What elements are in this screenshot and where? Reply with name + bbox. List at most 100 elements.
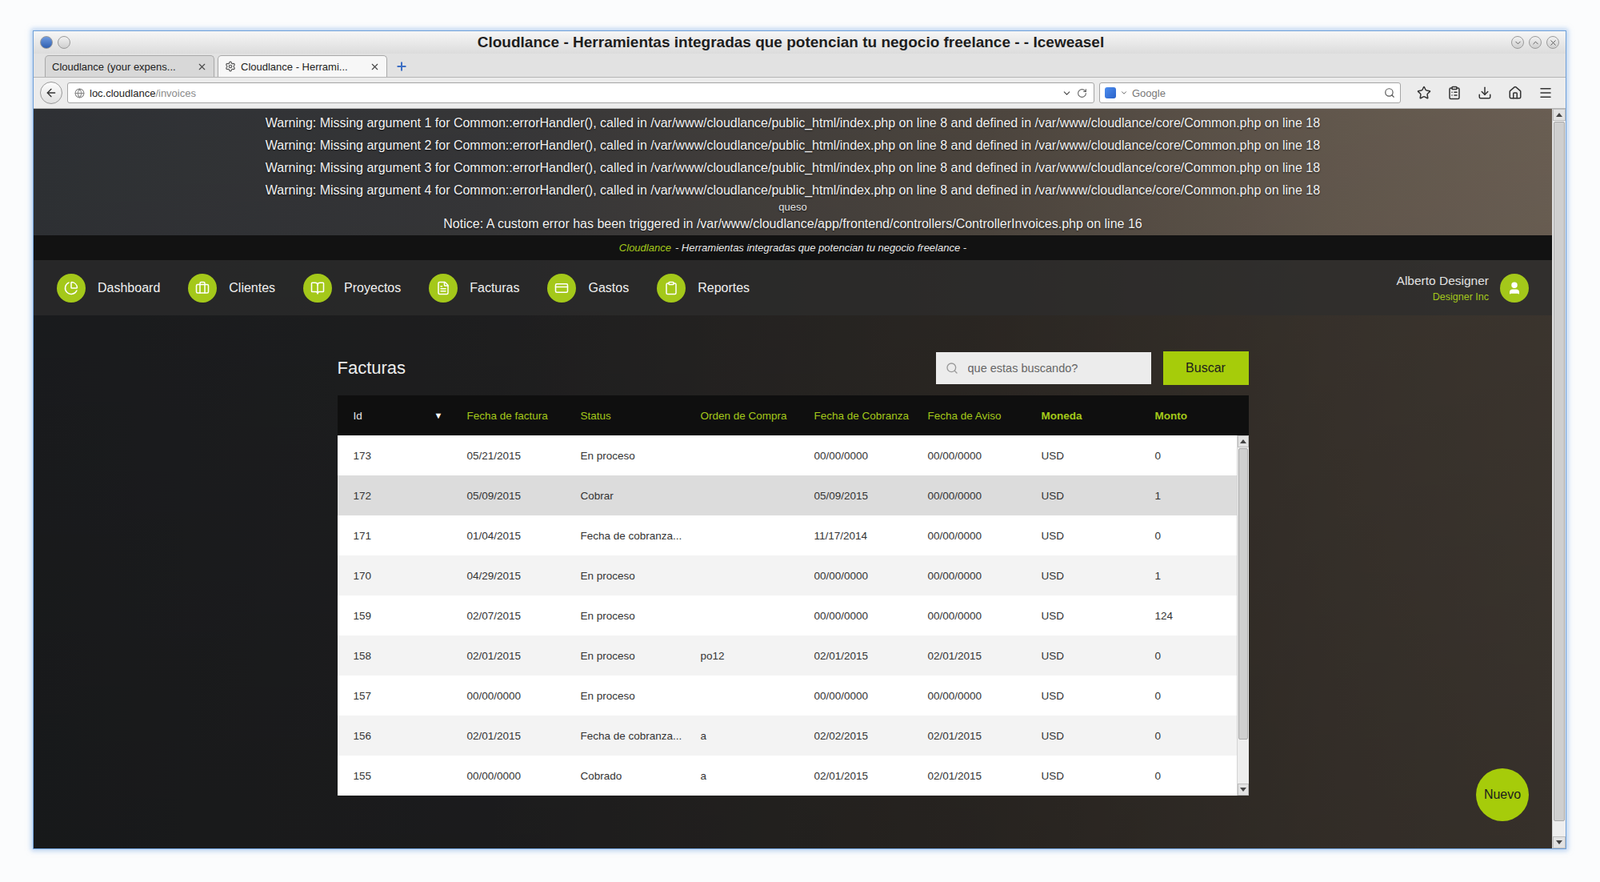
table-cell: 00/00/0000 xyxy=(798,689,912,702)
table-cell: 0 xyxy=(1139,449,1237,462)
nav-label: Reportes xyxy=(697,280,750,296)
table-row[interactable]: 15902/07/2015En proceso00/00/000000/00/0… xyxy=(337,595,1237,636)
search-button[interactable]: Buscar xyxy=(1163,351,1249,385)
column-header[interactable]: Moneda xyxy=(1025,409,1140,422)
avatar[interactable] xyxy=(1500,273,1529,303)
nav-item[interactable]: Clientes xyxy=(188,273,276,303)
browser-tab[interactable]: Cloudlance - Herrami... xyxy=(217,55,388,77)
nav-icon-badge xyxy=(547,273,576,303)
browser-search[interactable]: Google xyxy=(1099,82,1401,104)
nav-label: Clientes xyxy=(228,280,276,296)
search-input[interactable] xyxy=(966,360,1142,376)
search-engine-icon[interactable] xyxy=(1104,87,1116,99)
column-header[interactable]: Fecha de Aviso xyxy=(912,409,1026,422)
reload-icon[interactable] xyxy=(1076,88,1088,99)
error-messages: Warning: Missing argument 1 for Common::… xyxy=(33,108,1552,236)
warning-message: Warning: Missing argument 1 for Common::… xyxy=(265,112,1320,135)
plus-icon xyxy=(395,60,408,73)
table-cell: USD xyxy=(1025,649,1140,662)
app-menu-button[interactable] xyxy=(40,36,53,49)
table-cell: 0 xyxy=(1139,649,1237,662)
table-cell: USD xyxy=(1025,609,1140,622)
home-icon[interactable] xyxy=(1508,85,1523,100)
table-row[interactable]: 17305/21/2015En proceso00/00/000000/00/0… xyxy=(337,435,1237,476)
column-header[interactable]: Id▼ xyxy=(337,409,452,422)
scroll-up-button[interactable] xyxy=(1237,435,1249,448)
scroll-up-button[interactable] xyxy=(1552,108,1566,121)
table-row[interactable]: 15802/01/2015En procesopo1202/01/201502/… xyxy=(337,635,1237,676)
scroll-thumb[interactable] xyxy=(1553,121,1565,821)
minimize-button[interactable] xyxy=(1511,36,1524,49)
search-field[interactable] xyxy=(936,352,1152,384)
user-info: Alberto DesignerDesigner Inc xyxy=(1396,273,1489,303)
table-row[interactable]: 17205/09/2015Cobrar05/09/201500/00/0000U… xyxy=(337,475,1237,516)
new-invoice-button[interactable]: Nuevo xyxy=(1476,768,1529,821)
sticky-button[interactable] xyxy=(57,36,71,49)
column-header[interactable]: Monto xyxy=(1139,409,1249,422)
navigation-toolbar: loc.cloudlance/invoicesGoogle xyxy=(33,77,1566,109)
table-cell: USD xyxy=(1025,689,1140,702)
invoices-panel: FacturasBuscarId▼Fecha de facturaStatusO… xyxy=(337,351,1249,796)
table-cell: 1 xyxy=(1139,569,1237,582)
magnifier-icon[interactable] xyxy=(1384,87,1396,99)
table-cell: 156 xyxy=(337,729,452,742)
close-tab-icon[interactable] xyxy=(196,61,208,72)
close-tab-icon[interactable] xyxy=(369,61,380,72)
column-header[interactable]: Status xyxy=(564,409,685,422)
table-cell: 00/00/0000 xyxy=(912,529,1026,542)
table-row[interactable]: 17004/29/2015En proceso00/00/000000/00/0… xyxy=(337,555,1237,596)
browser-tab[interactable]: Cloudlance (your expens... xyxy=(44,55,215,77)
table-cell: 0 xyxy=(1139,729,1237,742)
bookmark-star-icon[interactable] xyxy=(1416,85,1432,100)
brand-name: Cloudlance xyxy=(619,241,672,254)
table-cell: 159 xyxy=(337,609,452,622)
table-cell: 173 xyxy=(337,449,452,462)
arrow-left-icon xyxy=(44,86,58,100)
table-cell: 02/01/2015 xyxy=(912,649,1026,662)
new-tab-button[interactable] xyxy=(390,55,413,77)
column-header[interactable]: Fecha de Cobranza xyxy=(798,409,912,422)
scroll-track[interactable] xyxy=(1552,120,1566,836)
download-icon[interactable] xyxy=(1477,85,1492,100)
nav-item[interactable]: Gastos xyxy=(547,273,629,303)
history-dropdown-icon[interactable] xyxy=(1061,88,1072,99)
table-header: Id▼ Fecha de factura StatusOrden de Compra… xyxy=(337,395,1249,436)
table-row[interactable]: 15602/01/2015Fecha de cobranza...a02/02/… xyxy=(337,715,1237,756)
table-body: 17305/21/2015En proceso00/00/000000/00/0… xyxy=(337,435,1249,796)
table-scrollbar[interactable] xyxy=(1236,435,1249,796)
engine-dropdown-icon[interactable] xyxy=(1120,88,1128,97)
table-cell: 170 xyxy=(337,569,452,582)
nav-icon-badge xyxy=(428,273,458,303)
column-label: Fecha de factura xyxy=(467,409,548,422)
table-row[interactable]: 15500/00/0000Cobradoa02/01/201502/01/201… xyxy=(337,755,1237,796)
nav-label: Facturas xyxy=(469,280,520,296)
scroll-down-button[interactable] xyxy=(1237,783,1249,796)
address-bar[interactable]: loc.cloudlance/invoices xyxy=(67,82,1095,104)
maximize-button[interactable] xyxy=(1528,36,1542,49)
scroll-down-button[interactable] xyxy=(1552,836,1566,848)
back-button[interactable] xyxy=(40,81,63,104)
scroll-thumb[interactable] xyxy=(1238,448,1248,740)
user-menu[interactable]: Alberto DesignerDesigner Inc xyxy=(1396,273,1529,303)
bookmarks-list-icon[interactable] xyxy=(1447,85,1462,100)
clipboard-icon xyxy=(664,280,679,296)
menu-icon[interactable] xyxy=(1538,85,1553,100)
nav-label: Gastos xyxy=(588,280,629,296)
nav-item[interactable]: Proyectos xyxy=(303,273,401,303)
table-row[interactable]: 15700/00/0000En proceso00/00/000000/00/0… xyxy=(337,675,1237,716)
nav-item[interactable]: Dashboard xyxy=(56,273,160,303)
loading-gear-icon xyxy=(224,60,236,72)
table-cell: En proceso xyxy=(564,569,685,582)
scroll-track[interactable] xyxy=(1237,447,1249,784)
main-content: FacturasBuscarId▼Fecha de facturaStatusO… xyxy=(33,315,1552,848)
column-header[interactable]: Orden de Compra xyxy=(684,409,799,422)
column-header[interactable]: Fecha de factura xyxy=(451,409,565,422)
nav-icon-badge xyxy=(56,273,86,303)
close-window-button[interactable] xyxy=(1546,36,1560,49)
table-cell: 00/00/0000 xyxy=(798,449,912,462)
nav-item[interactable]: Reportes xyxy=(656,273,750,303)
page-scrollbar[interactable] xyxy=(1552,108,1566,848)
table-cell: 00/00/0000 xyxy=(798,569,912,582)
nav-item[interactable]: Facturas xyxy=(428,273,520,303)
table-row[interactable]: 17101/04/2015Fecha de cobranza...11/17/2… xyxy=(337,515,1237,556)
